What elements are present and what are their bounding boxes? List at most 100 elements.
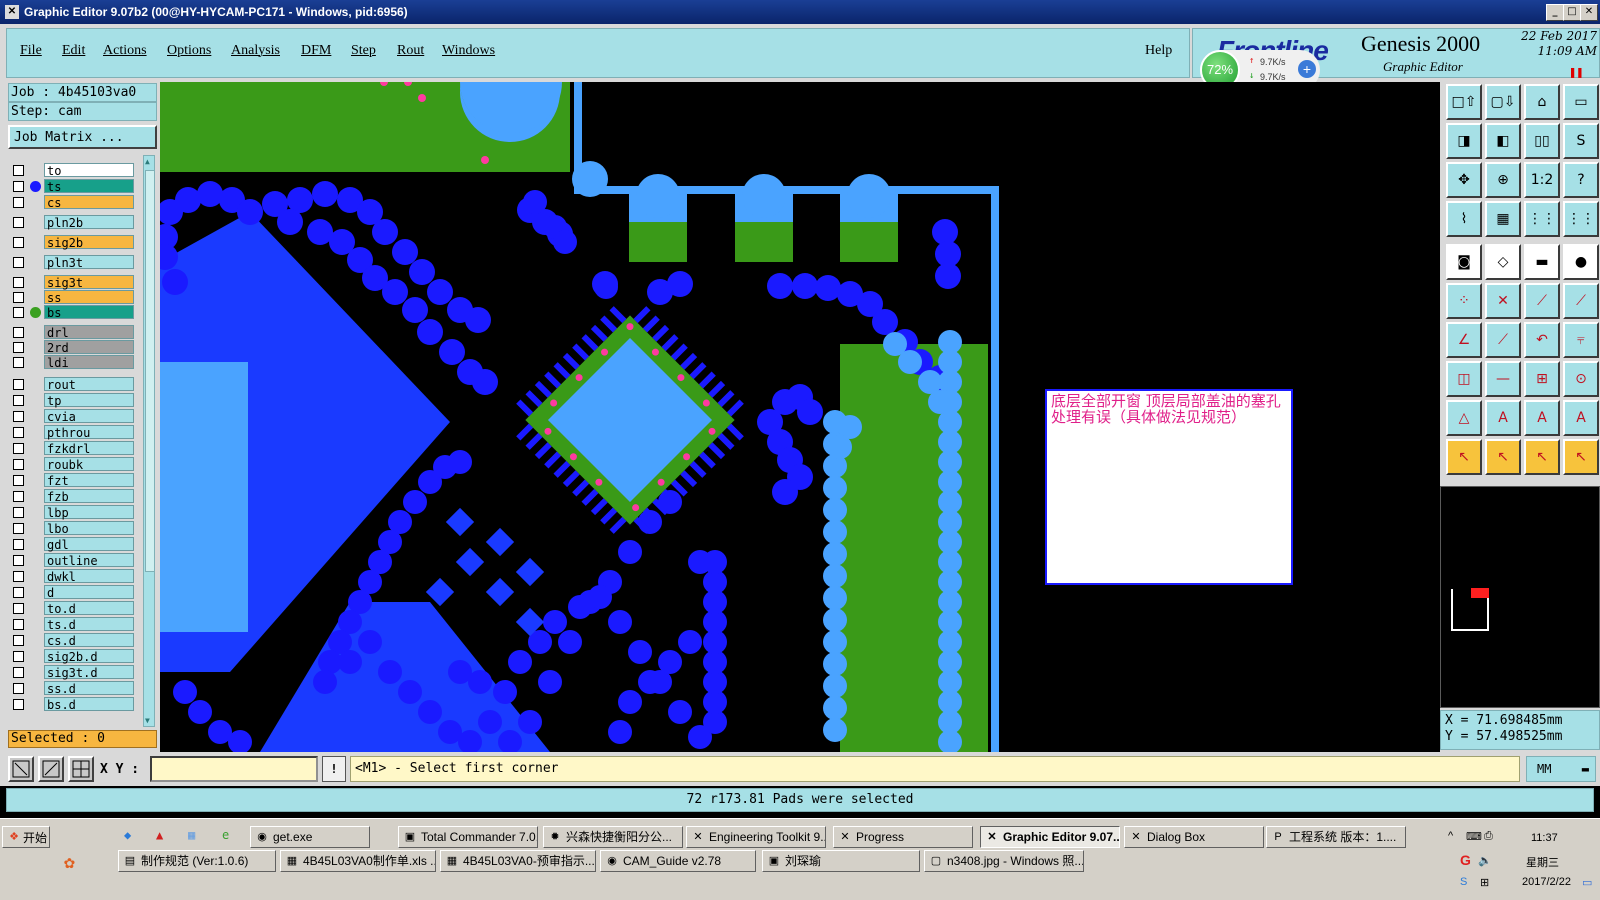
layer-row-d[interactable]: d (8, 585, 148, 600)
layer-list-scrollbar[interactable]: ▲ ▼ (143, 155, 155, 727)
tool-button-31[interactable]: ⊞ (1524, 361, 1560, 397)
layer-checkbox[interactable] (13, 507, 24, 518)
browser-icon[interactable]: e (222, 828, 229, 842)
units-select[interactable]: MM ▬ (1526, 756, 1596, 782)
layer-row-ss[interactable]: ss (8, 290, 148, 305)
layer-checkbox[interactable] (13, 395, 24, 406)
taskbar-item[interactable]: ✕ Dialog Box (1124, 826, 1264, 848)
start-button[interactable]: ❖ 开始 (2, 826, 50, 848)
tool-button-2[interactable]: ▢⇩ (1485, 84, 1521, 120)
network-icon[interactable]: ⊞ (1480, 876, 1489, 889)
layer-checkbox[interactable] (13, 327, 24, 338)
layer-row-lbp[interactable]: lbp (8, 505, 148, 520)
tool-button-10[interactable]: ⊕ (1485, 162, 1521, 198)
tool-button-8[interactable]: S (1563, 123, 1599, 159)
menu-edit[interactable]: Edit (62, 43, 85, 59)
tool-button-28[interactable]: ⫧ (1563, 322, 1599, 358)
layer-name[interactable]: ldi (44, 355, 134, 370)
layer-name[interactable]: to.d (44, 601, 134, 616)
tool-button-18[interactable]: ◇ (1485, 244, 1521, 280)
taskbar-item[interactable]: ▤ 制作规范 (Ver:1.0.6) (118, 850, 276, 872)
tool-button-9[interactable]: ✥ (1446, 162, 1482, 198)
tool-button-25[interactable]: ∠ (1446, 322, 1482, 358)
layer-name[interactable]: sig3t (44, 275, 134, 290)
show-desktop-icon[interactable]: ▭ (1582, 876, 1592, 889)
layer-name[interactable]: fzb (44, 489, 134, 504)
minimap[interactable] (1440, 486, 1600, 708)
tool-button-16[interactable]: ⋮⋮ (1563, 201, 1599, 237)
scroll-thumb[interactable] (145, 170, 155, 572)
taskbar-item[interactable]: ◉ get.exe (250, 826, 370, 848)
layer-name[interactable]: roubk (44, 457, 134, 472)
multicolor-icon[interactable]: ✿ (64, 852, 75, 873)
layer-name[interactable]: d (44, 585, 134, 600)
layer-name[interactable]: fzt (44, 473, 134, 488)
pdf-icon[interactable]: ▲ (156, 828, 163, 842)
layer-checkbox[interactable] (13, 237, 24, 248)
layer-name[interactable]: pln2b (44, 215, 134, 230)
close-button[interactable]: ✕ (1580, 4, 1598, 21)
layer-row-pln2b[interactable]: pln2b (8, 215, 148, 230)
volume-icon[interactable]: 🔈 (1478, 854, 1492, 867)
layer-name[interactable]: fzkdrl (44, 441, 134, 456)
tool-button-5[interactable]: ◨ (1446, 123, 1482, 159)
layer-name[interactable]: sig2b (44, 235, 134, 250)
layer-checkbox[interactable] (13, 603, 24, 614)
layer-checkbox[interactable] (13, 619, 24, 630)
layer-checkbox[interactable] (13, 411, 24, 422)
app-g-icon[interactable]: G (1460, 852, 1471, 868)
measure-button[interactable] (38, 756, 64, 782)
taskbar-item[interactable]: P 工程系统 版本：1.... (1266, 826, 1406, 848)
layer-name[interactable]: ts.d (44, 617, 134, 632)
layer-checkbox[interactable] (13, 635, 24, 646)
layer-name[interactable]: to (44, 163, 134, 178)
taskbar-item[interactable]: ▦ 4B45L03VA0制作单.xls ... (280, 850, 436, 872)
layer-name[interactable]: outline (44, 553, 134, 568)
taskbar-item[interactable]: ▣ Total Commander 7.0... (398, 826, 538, 848)
layer-row-tp[interactable]: tp (8, 393, 148, 408)
layer-row-drl[interactable]: drl (8, 325, 148, 340)
layer-name[interactable]: lbp (44, 505, 134, 520)
layer-name[interactable]: ts (44, 179, 134, 194)
layer-name[interactable]: gdl (44, 537, 134, 552)
layer-checkbox[interactable] (13, 217, 24, 228)
menu-step[interactable]: Step (351, 43, 376, 59)
tool-button-24[interactable]: ⟋ (1563, 283, 1599, 319)
tool-button-30[interactable]: — (1485, 361, 1521, 397)
scroll-up-icon[interactable]: ▲ (145, 157, 150, 166)
layer-row-ts-d[interactable]: ts.d (8, 617, 148, 632)
tool-button-22[interactable]: ✕ (1485, 283, 1521, 319)
taskbar-item[interactable]: ✕ Engineering Toolkit 9.... (686, 826, 826, 848)
menu-help[interactable]: Help (1145, 43, 1172, 59)
layer-row-sig2b[interactable]: sig2b (8, 235, 148, 250)
tool-button-26[interactable]: ⟋ (1485, 322, 1521, 358)
tool-button-15[interactable]: ⋮⋮ (1524, 201, 1560, 237)
tool-button-34[interactable]: A (1485, 400, 1521, 436)
taskbar-item[interactable]: ✹ 兴森快捷衡阳分公... (543, 826, 683, 848)
layer-row-fzb[interactable]: fzb (8, 489, 148, 504)
tool-button-3[interactable]: ⌂ (1524, 84, 1560, 120)
layer-row-gdl[interactable]: gdl (8, 537, 148, 552)
layer-row-sig3t-d[interactable]: sig3t.d (8, 665, 148, 680)
menu-actions[interactable]: Actions (103, 43, 147, 59)
taskbar-item[interactable]: ✕ Progress (833, 826, 973, 848)
layer-checkbox[interactable] (13, 667, 24, 678)
layer-checkbox[interactable] (13, 342, 24, 353)
tool-button-20[interactable]: ● (1563, 244, 1599, 280)
layer-row-2rd[interactable]: 2rd (8, 340, 148, 355)
menu-options[interactable]: Options (167, 43, 211, 59)
layer-row-pthrou[interactable]: pthrou (8, 425, 148, 440)
layer-name[interactable]: sig2b.d (44, 649, 134, 664)
tool-button-37[interactable]: ↖ (1446, 439, 1482, 475)
layer-row-dwkl[interactable]: dwkl (8, 569, 148, 584)
layer-row-bs[interactable]: bs (8, 305, 148, 320)
tool-button-4[interactable]: ▭ (1563, 84, 1599, 120)
layer-name[interactable]: rout (44, 377, 134, 392)
tool-button-23[interactable]: ⟋ (1524, 283, 1560, 319)
quicklaunch-icon[interactable]: ◆ (124, 828, 131, 842)
layer-checkbox[interactable] (13, 427, 24, 438)
menu-rout[interactable]: Rout (397, 43, 424, 59)
clock-weekday[interactable]: 星期三 (1526, 854, 1559, 870)
tool-button-35[interactable]: A (1524, 400, 1560, 436)
tool-button-1[interactable]: □⇧ (1446, 84, 1482, 120)
